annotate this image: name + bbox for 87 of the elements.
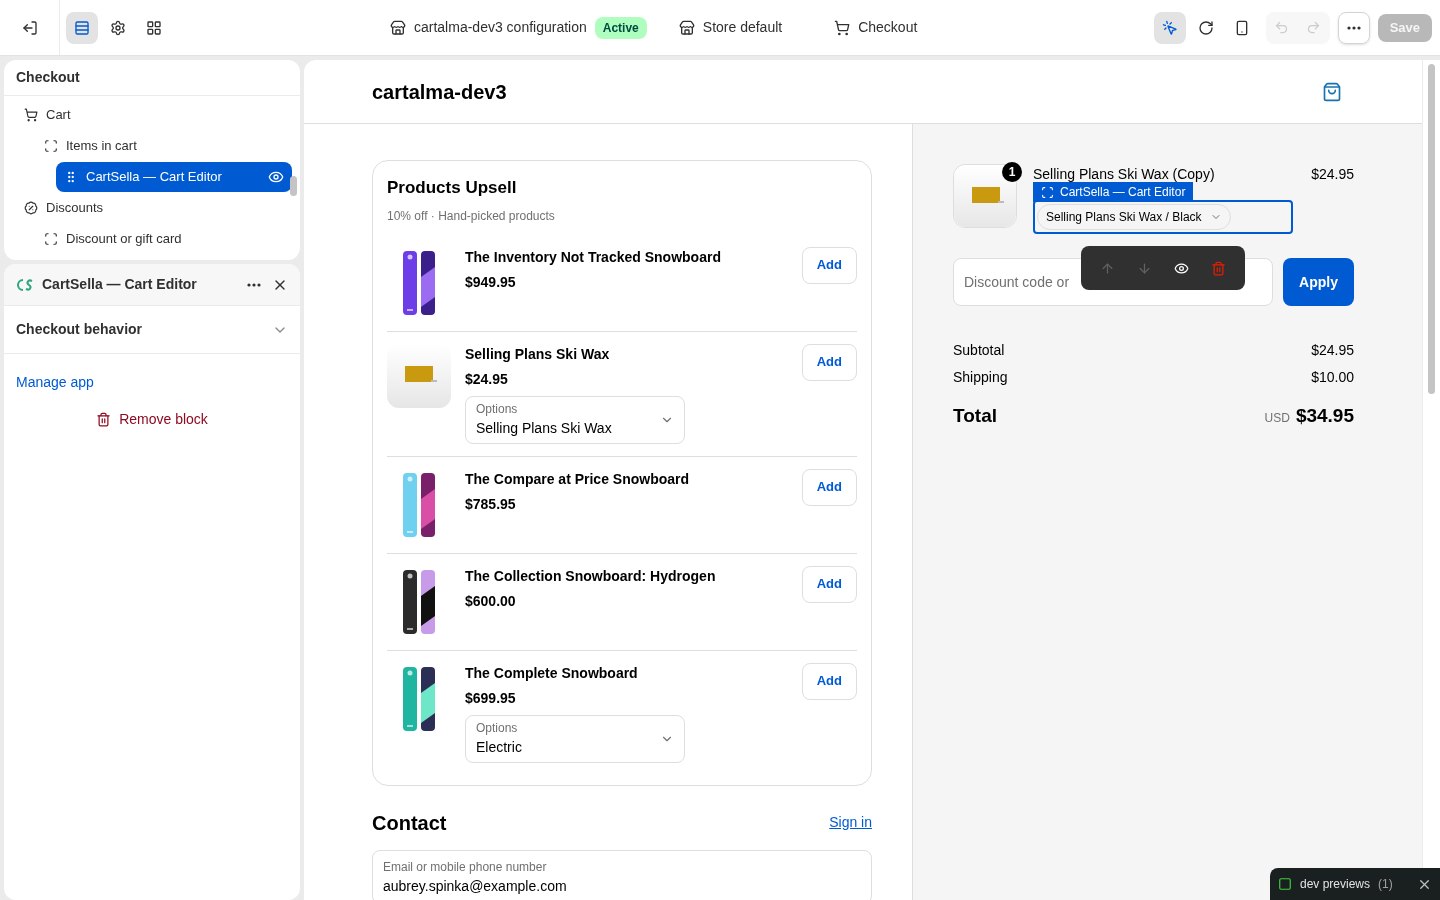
toast-label: dev previews xyxy=(1300,876,1371,893)
product-price: $699.95 xyxy=(465,688,517,708)
product-name: The Collection Snowboard: Hydrogen xyxy=(465,566,717,586)
block-icon xyxy=(1041,185,1054,199)
store-icon xyxy=(390,19,406,36)
toast-count: (1) xyxy=(1378,876,1394,893)
select-label: Options xyxy=(476,401,519,418)
order-item-price: $24.95 xyxy=(1311,165,1354,184)
scrollbar xyxy=(290,176,297,196)
summary-value: $24.95 xyxy=(1311,341,1354,360)
arrow-down-icon xyxy=(1137,260,1152,276)
shop-name: cartalma-dev3 xyxy=(372,79,508,105)
select-label: Options xyxy=(476,720,519,737)
summary-label: Shipping xyxy=(953,368,1009,387)
more-icon xyxy=(247,282,261,287)
field-value: aubrey.spinka@example.com xyxy=(383,876,568,896)
product-name: The Inventory Not Tracked Snowboard xyxy=(465,247,722,267)
page-selector[interactable]: Checkout xyxy=(834,17,918,38)
app-logo-icon xyxy=(16,277,34,292)
add-button[interactable]: Add xyxy=(801,246,857,284)
outline-item[interactable]: Discount or gift card xyxy=(36,224,292,254)
product-price: $24.95 xyxy=(465,369,509,389)
options-select[interactable]: Options Electric xyxy=(465,714,685,763)
status-badge: Active xyxy=(594,16,647,39)
field-label: Email or mobile phone number xyxy=(383,858,548,876)
block-outline[interactable]: Selling Plans Ski Wax / Black xyxy=(1033,200,1293,234)
summary-value: $10.00 xyxy=(1311,368,1354,387)
apply-button[interactable]: Apply xyxy=(1283,258,1354,306)
block-icon xyxy=(44,232,58,246)
exit-icon xyxy=(21,19,38,36)
sign-in-link[interactable]: Sign in xyxy=(829,812,872,833)
more-icon xyxy=(1346,25,1361,30)
quantity-badge: 1 xyxy=(1002,162,1022,182)
add-button[interactable]: Add xyxy=(801,468,857,506)
manage-app-link[interactable]: Manage app xyxy=(16,372,94,393)
outline-title: Checkout xyxy=(4,60,300,96)
store-icon xyxy=(678,19,695,36)
block-label-text: CartSella — Cart Editor xyxy=(1060,184,1186,201)
order-item-name: Selling Plans Ski Wax (Copy) xyxy=(1033,165,1216,184)
configuration-name: cartalma-dev3 configuration xyxy=(414,18,587,37)
product-name: The Compare at Price Snowboard xyxy=(465,469,691,489)
add-button[interactable]: Add xyxy=(801,343,857,381)
select-value: Electric xyxy=(476,738,523,757)
block-title: CartSella — Cart Editor xyxy=(42,275,198,294)
product-price: $949.95 xyxy=(465,272,517,292)
total-label: Total xyxy=(953,404,998,428)
refresh-icon xyxy=(1197,19,1214,36)
cart-icon xyxy=(834,19,851,36)
eye-icon xyxy=(268,169,284,185)
section-header[interactable]: Checkout behavior xyxy=(4,306,300,354)
total-amount: $34.95 xyxy=(1295,404,1354,428)
add-button[interactable]: Add xyxy=(801,565,857,603)
block-icon xyxy=(44,139,58,153)
product-name: Selling Plans Ski Wax xyxy=(465,344,611,364)
add-button[interactable]: Add xyxy=(801,662,857,700)
outline-item[interactable]: Cart xyxy=(16,100,292,130)
eye-icon xyxy=(1174,260,1189,276)
inspector-icon xyxy=(1161,19,1178,36)
sections-icon xyxy=(74,19,90,36)
undo-icon xyxy=(1274,20,1290,35)
trash-icon xyxy=(96,412,112,427)
preview-icon xyxy=(1278,877,1292,891)
variant-select[interactable]: Selling Plans Ski Wax / Black xyxy=(1037,204,1231,230)
outline-item[interactable]: Discounts xyxy=(16,193,292,223)
summary-label: Subtotal xyxy=(953,341,1006,360)
remove-block-button[interactable]: Remove block xyxy=(96,409,208,430)
upsell-title: Products Upsell xyxy=(387,177,518,199)
trash-icon xyxy=(1211,260,1226,276)
product-name: The Complete Snowboard xyxy=(465,663,639,683)
select-value: Selling Plans Ski Wax xyxy=(476,419,613,438)
upsell-subtitle: 10% off · Hand-picked products xyxy=(387,207,556,225)
discount-icon xyxy=(24,201,38,215)
redo-icon xyxy=(1306,20,1322,35)
contact-heading: Contact xyxy=(372,810,448,836)
settings-icon xyxy=(110,19,126,36)
product-price: $785.95 xyxy=(465,494,517,514)
outline-item[interactable]: CartSella — Cart Editor xyxy=(56,162,292,192)
cart-icon xyxy=(24,108,38,122)
store-selector[interactable]: Store default xyxy=(678,17,783,38)
currency-code: USD xyxy=(1264,410,1290,427)
bag-icon[interactable] xyxy=(1322,81,1342,102)
apps-icon xyxy=(146,19,162,36)
inspector-tool-button[interactable] xyxy=(1153,11,1186,44)
outline-item[interactable]: Items in cart xyxy=(36,131,292,161)
product-price: $600.00 xyxy=(465,591,517,611)
sections-tool-button[interactable] xyxy=(66,11,98,44)
options-select[interactable]: Options Selling Plans Ski Wax xyxy=(465,395,685,444)
